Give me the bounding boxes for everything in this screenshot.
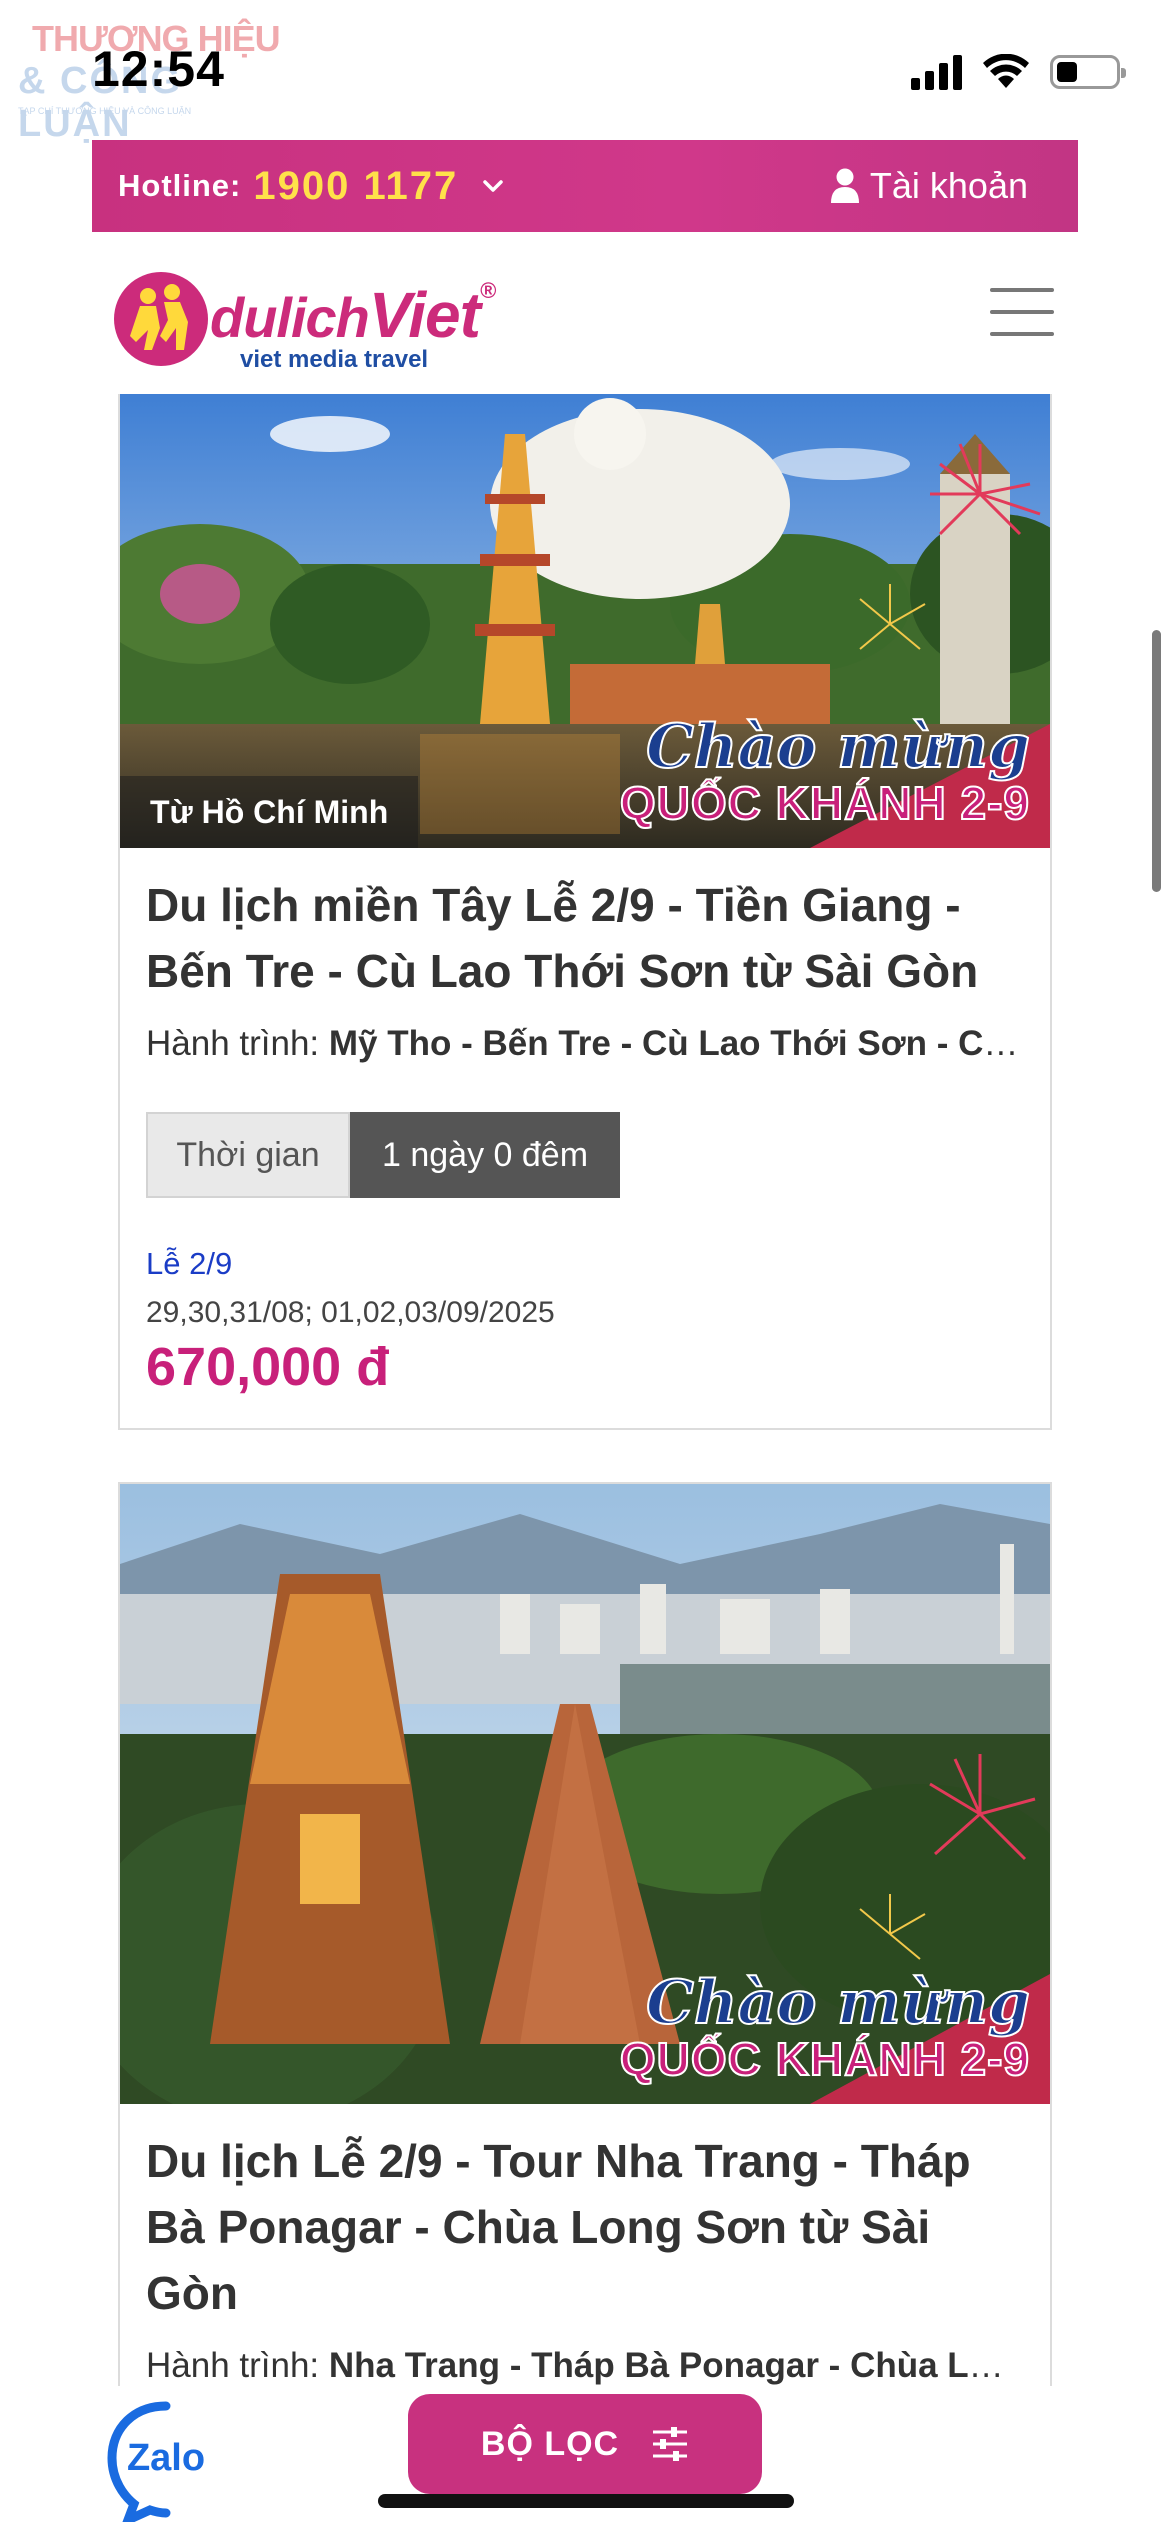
user-icon — [830, 168, 859, 203]
tour-route: Hành trình: Mỹ Tho - Bến Tre - Cù Lao Th… — [146, 1024, 1024, 1064]
promo-banner: Chào mừng QUỐC KHÁNH 2-9 — [619, 711, 1031, 830]
watermark-line-3: TẠP CHÍ THƯƠNG HIỆU VÀ CÔNG LUẬN — [18, 106, 192, 116]
promo-main-text: QUỐC KHÁNH 2-9 — [619, 776, 1030, 830]
zalo-label: Zalo — [127, 2437, 205, 2479]
duration-box: Thời gian 1 ngày 0 đêm — [146, 1112, 1024, 1198]
status-icons — [911, 52, 1126, 92]
hotline-number[interactable]: 1900 1177 — [253, 164, 458, 209]
route-value: Mỹ Tho - Bến Tre - Cù Lao Thới Sơn - Cần… — [328, 1024, 1024, 1063]
status-bar: THƯƠNG HIỆU & CÔNG LUẬN TẠP CHÍ THƯƠNG H… — [0, 0, 1170, 145]
holiday-label: Lễ 2/9 — [146, 1246, 233, 1281]
promo-main-text: QUỐC KHÁNH 2-9 — [619, 2032, 1030, 2086]
travellers-icon — [130, 284, 188, 350]
tour-card[interactable]: Từ Hồ Chí Minh Chào mừng QUỐC KHÁNH 2-9 … — [118, 394, 1052, 1430]
tour-route: Hành trình: Nha Trang - Tháp Bà Ponagar … — [146, 2346, 1024, 2386]
logo-bar: dulichViet® viet media travel — [92, 232, 1078, 394]
scrollbar[interactable] — [1152, 630, 1161, 892]
logo-emblem — [114, 272, 208, 366]
duration-label: Thời gian — [146, 1112, 350, 1198]
zalo-chat-button[interactable]: Zalo — [104, 2398, 228, 2529]
route-label: Hành trình: — [146, 1024, 320, 1063]
hamburger-menu-icon[interactable] — [990, 288, 1054, 336]
site-logo[interactable]: dulichViet® viet media travel — [114, 264, 496, 374]
page: THƯƠNG HIỆU & CÔNG LUẬN TẠP CHÍ THƯƠNG H… — [0, 0, 1170, 2532]
logo-tagline: viet media travel — [240, 346, 429, 373]
sliders-icon — [653, 2427, 688, 2461]
account-button[interactable]: Tài khoản — [830, 165, 1028, 207]
chevron-down-icon[interactable] — [482, 175, 504, 197]
tour-price: 670,000 đ — [146, 1337, 390, 1397]
hotline-bar: Hotline: 1900 1177 Tài khoản — [92, 140, 1078, 232]
promo-script-text: Chào mừng — [645, 711, 1031, 783]
route-value: Nha Trang - Tháp Bà Ponagar - Chùa Long … — [328, 2346, 1024, 2385]
zalo-icon: Zalo — [107, 2401, 205, 2529]
logo-wordmark: dulichViet® — [210, 278, 496, 351]
tour-card[interactable]: Chào mừng QUỐC KHÁNH 2-9 Du lịch Lễ 2/9 … — [118, 1482, 1052, 2532]
tour-card-body: Du lịch miền Tây Lễ 2/9 - Tiền Giang - B… — [120, 872, 1050, 1398]
tour-title[interactable]: Du lịch miền Tây Lễ 2/9 - Tiền Giang - B… — [146, 872, 1024, 1004]
departure-dates: 29,30,31/08; 01,02,03/09/2025 — [146, 1296, 555, 1329]
tour-image[interactable]: Từ Hồ Chí Minh Chào mừng QUỐC KHÁNH 2-9 — [120, 394, 1050, 848]
route-label: Hành trình: — [146, 2346, 320, 2385]
home-indicator[interactable] — [378, 2494, 794, 2508]
duration-value: 1 ngày 0 đêm — [350, 1112, 620, 1198]
account-label: Tài khoản — [869, 165, 1028, 206]
wifi-icon — [983, 54, 1029, 88]
origin-badge: Từ Hồ Chí Minh — [120, 776, 419, 848]
tour-title[interactable]: Du lịch Lễ 2/9 - Tour Nha Trang - Tháp B… — [146, 2128, 1024, 2326]
hotline-label: Hotline: — [118, 168, 242, 203]
filter-button[interactable]: BỘ LỌC — [408, 2394, 762, 2494]
promo-script-text: Chào mừng — [645, 1967, 1031, 2039]
battery-icon — [1050, 55, 1126, 89]
status-time: 12:54 — [92, 41, 225, 97]
filter-label: BỘ LỌC — [480, 2424, 620, 2463]
tour-image[interactable]: Chào mừng QUỐC KHÁNH 2-9 — [120, 1484, 1050, 2104]
cellular-signal-icon — [911, 54, 962, 90]
promo-banner: Chào mừng QUỐC KHÁNH 2-9 — [619, 1967, 1031, 2086]
